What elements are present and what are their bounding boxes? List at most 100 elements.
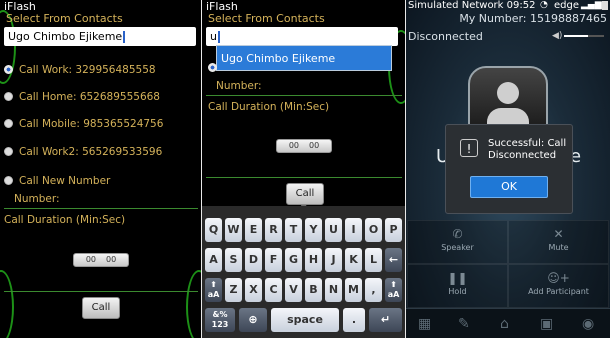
mute-label: Mute — [548, 243, 569, 252]
radio-label: Call Mobile: 985365524756 — [19, 118, 164, 130]
key-z[interactable]: Z — [225, 278, 242, 302]
key-q[interactable]: Q — [205, 218, 222, 242]
mute-button[interactable]: ✕ Mute — [508, 220, 609, 264]
shift-icon: ⬆ — [390, 280, 397, 289]
key-v[interactable]: V — [285, 278, 302, 302]
radio-button[interactable] — [4, 176, 13, 185]
key-s[interactable]: S — [225, 248, 242, 272]
shift-label: aA — [207, 290, 220, 299]
wifi-icon: ◔ — [540, 0, 548, 10]
radio-label: Call Home: 652689555668 — [19, 91, 160, 103]
backspace-icon: ← — [388, 253, 399, 266]
key-j[interactable]: J — [325, 248, 342, 272]
key-b[interactable]: B — [305, 278, 322, 302]
key-y[interactable]: Y — [305, 218, 322, 242]
key-comma[interactable]: , — [365, 278, 382, 302]
volume-icon[interactable]: ◀) — [552, 31, 562, 41]
key-r[interactable]: R — [265, 218, 282, 242]
shift-icon: ⬆ — [210, 280, 217, 289]
key-k[interactable]: K — [345, 248, 362, 272]
keypad-icon[interactable]: ▦ — [418, 316, 431, 332]
volume-slider[interactable] — [564, 35, 604, 37]
virtual-keyboard: Q W E R T Y U I O P A S D F G H J K L ← … — [202, 206, 406, 338]
key-p[interactable]: P — [385, 218, 402, 242]
space-key[interactable]: space — [271, 308, 339, 332]
minutes-value: 00 — [288, 141, 299, 150]
calendar-icon[interactable]: ▣ — [540, 316, 553, 332]
my-number: My Number: 15198887465 — [459, 12, 607, 25]
add-participant-icon: ☺+ — [547, 271, 570, 285]
dialog-line1: Successful: Call — [488, 138, 567, 149]
call-duration-label: Call Duration (Min:Sec) — [208, 101, 330, 113]
key-c[interactable]: C — [265, 278, 282, 302]
radio-label: Call New Number — [19, 175, 111, 187]
carrier-label: edge — [554, 0, 579, 11]
number-field-line[interactable] — [206, 95, 402, 96]
key-m[interactable]: M — [345, 278, 362, 302]
key-x[interactable]: X — [245, 278, 262, 302]
add-participant-button[interactable]: ☺+ Add Participant — [508, 264, 609, 308]
radio-call-work2[interactable]: Call Work2: 565269533596 — [4, 146, 162, 158]
separator-line — [206, 177, 402, 178]
exclamation-icon: ! — [460, 139, 478, 157]
key-l[interactable]: L — [365, 248, 382, 272]
backspace-key[interactable]: ← — [385, 248, 402, 272]
number-label: Number: — [216, 80, 262, 92]
contacts-icon[interactable]: ◉ — [582, 316, 594, 332]
contact-call-screen: iFlash Select From Contacts Ugo Chimbo E… — [0, 0, 202, 338]
key-w[interactable]: W — [225, 218, 242, 242]
radio-call-home[interactable]: Call Home: 652689555668 — [4, 91, 160, 103]
contact-input[interactable]: Ugo Chimbo Ejikeme — [4, 27, 196, 46]
home-icon[interactable]: ⌂ — [500, 316, 509, 332]
contact-search-input[interactable]: u — [206, 27, 398, 46]
call-button[interactable]: Call — [82, 297, 120, 319]
key-t[interactable]: T — [285, 218, 302, 242]
shift-key-left[interactable]: ⬆ aA — [205, 278, 222, 302]
add-participant-label: Add Participant — [528, 287, 589, 296]
enter-key[interactable]: ↵ — [369, 308, 402, 332]
ok-button[interactable]: OK — [470, 176, 548, 198]
dialog-message: Successful: Call Disconnected — [488, 138, 566, 162]
duration-picker[interactable]: 00 00 — [73, 253, 129, 267]
period-key[interactable]: . — [343, 308, 365, 332]
radio-label: Call Work: 329956485558 — [19, 64, 156, 76]
hold-label: Hold — [448, 287, 467, 296]
speaker-icon: ✆ — [452, 227, 463, 241]
contact-input-value: Ugo Chimbo Ejikeme — [8, 30, 123, 43]
radio-call-new-number[interactable]: Call New Number — [4, 175, 110, 187]
key-u[interactable]: U — [325, 218, 342, 242]
key-e[interactable]: E — [245, 218, 262, 242]
radio-button[interactable] — [4, 92, 13, 101]
call-button[interactable]: Call — [286, 183, 324, 205]
radio-call-mobile[interactable]: Call Mobile: 985365524756 — [4, 118, 163, 130]
radio-button-selected[interactable] — [208, 63, 217, 72]
radio-call-work[interactable]: Call Work: 329956485558 — [4, 64, 156, 76]
globe-icon: ⊕ — [248, 313, 258, 326]
radio-button[interactable] — [4, 119, 13, 128]
hold-icon: ❚❚ — [447, 271, 468, 285]
key-f[interactable]: F — [265, 248, 282, 272]
number-label: Number: — [14, 193, 60, 205]
bottom-dock: ▦ ✎ ⌂ ▣ ◉ — [406, 308, 610, 338]
speaker-button[interactable]: ✆ Speaker — [407, 220, 508, 264]
radio-button-selected[interactable] — [4, 65, 13, 74]
notes-icon[interactable]: ✎ — [458, 316, 470, 332]
symbol-key[interactable]: &% 123 — [205, 308, 235, 332]
duration-picker[interactable]: 00 00 — [276, 139, 332, 153]
key-g[interactable]: G — [285, 248, 302, 272]
key-n[interactable]: N — [325, 278, 342, 302]
number-field-line[interactable] — [4, 208, 198, 209]
key-o[interactable]: O — [365, 218, 382, 242]
key-a[interactable]: A — [205, 248, 222, 272]
radio-button[interactable] — [4, 147, 13, 156]
language-key[interactable]: ⊕ — [239, 308, 267, 332]
select-contacts-header: Select From Contacts — [6, 12, 123, 25]
contact-suggestion[interactable]: Ugo Chimbo Ejikeme — [216, 45, 392, 71]
text-cursor — [217, 31, 220, 43]
key-d[interactable]: D — [245, 248, 262, 272]
key-i[interactable]: I — [345, 218, 362, 242]
shift-key-right[interactable]: ⬆ aA — [385, 278, 402, 302]
hold-button[interactable]: ❚❚ Hold — [407, 264, 508, 308]
call-duration-label: Call Duration (Min:Sec) — [4, 214, 126, 226]
key-h[interactable]: H — [305, 248, 322, 272]
